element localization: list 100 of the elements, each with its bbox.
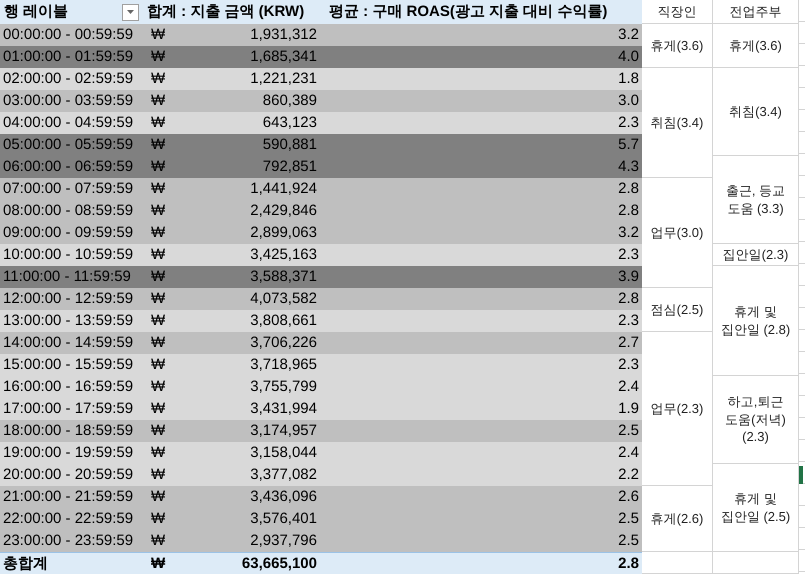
roas-value: 2.8 xyxy=(618,179,640,199)
amount-value: 3,755,799 xyxy=(250,377,317,397)
cell-text: 하고,퇴근 도움(저녁) (2.3) xyxy=(724,393,787,446)
total-amount: 63,665,100 xyxy=(242,554,317,574)
amount-value: 3,425,163 xyxy=(250,245,317,265)
row-label: 07:00:00 - 07:59:59 xyxy=(2,179,134,199)
amount-value: 792,851 xyxy=(262,157,317,177)
row-label: 15:00:00 - 15:59:59 xyxy=(2,355,134,375)
row-label: 08:00:00 - 08:59:59 xyxy=(2,201,134,221)
row-label: 14:00:00 - 14:59:59 xyxy=(2,333,134,353)
amount-value: 3,808,661 xyxy=(250,311,317,331)
amount-value: 3,377,082 xyxy=(250,465,317,485)
roas-value: 2.8 xyxy=(618,201,640,221)
roas-value: 1.9 xyxy=(618,399,640,419)
column-header: 직장인 xyxy=(642,0,713,24)
row-label: 11:00:00 - 11:59:59 xyxy=(2,267,131,287)
row-label: 10:00:00 - 10:59:59 xyxy=(2,245,134,265)
row-label: 03:00:00 - 03:59:59 xyxy=(2,91,134,111)
filter-dropdown-button[interactable] xyxy=(122,4,139,20)
currency-symbol: ₩ xyxy=(151,399,166,419)
currency-symbol: ₩ xyxy=(151,554,166,574)
amount-value: 3,576,401 xyxy=(250,509,317,529)
roas-value: 2.8 xyxy=(618,289,640,309)
cell-text: 업무(3.0) xyxy=(650,224,704,242)
currency-symbol: ₩ xyxy=(151,201,166,221)
currency-symbol: ₩ xyxy=(151,135,166,155)
currency-symbol: ₩ xyxy=(151,509,166,529)
cell-text: 휴게 및 집안일 (2.8) xyxy=(720,302,792,338)
roas-value: 2.7 xyxy=(618,333,640,353)
row-label: 16:00:00 - 16:59:59 xyxy=(2,377,134,397)
currency-symbol: ₩ xyxy=(151,531,166,551)
currency-symbol: ₩ xyxy=(151,47,166,67)
row-label: 18:00:00 - 18:59:59 xyxy=(2,421,134,441)
amount-value: 3,431,994 xyxy=(250,399,317,419)
amount-value: 643,123 xyxy=(262,113,317,133)
amount-value: 1,931,312 xyxy=(250,25,317,45)
cell-text: 휴게(2.6) xyxy=(650,510,704,528)
currency-symbol: ₩ xyxy=(151,223,166,243)
amount-value: 3,174,957 xyxy=(250,421,317,441)
row-label: 23:00:00 - 23:59:59 xyxy=(2,531,134,551)
row-label: 00:00:00 - 00:59:59 xyxy=(2,25,134,45)
amount-value: 3,706,226 xyxy=(250,333,317,353)
currency-symbol: ₩ xyxy=(151,25,166,45)
currency-symbol: ₩ xyxy=(151,179,166,199)
roas-value: 2.3 xyxy=(618,113,640,133)
row-label: 04:00:00 - 04:59:59 xyxy=(2,113,134,133)
roas-value: 2.4 xyxy=(618,443,640,463)
roas-value: 3.2 xyxy=(618,25,640,45)
cell-cursor xyxy=(799,466,803,484)
roas-value: 4.3 xyxy=(618,157,640,177)
cell-text: 휴게(3.6) xyxy=(728,36,783,54)
currency-symbol: ₩ xyxy=(151,377,166,397)
roas-value: 3.0 xyxy=(618,91,640,111)
row-label: 20:00:00 - 20:59:59 xyxy=(2,465,134,485)
total-roas: 2.8 xyxy=(618,554,640,574)
row-label: 01:00:00 - 01:59:59 xyxy=(2,47,134,67)
roas-value: 2.2 xyxy=(618,465,640,485)
column-header: 평균 : 구매 ROAS(광고 지출 대비 수익률) xyxy=(328,2,608,22)
roas-value: 3.2 xyxy=(618,223,640,243)
row-label: 02:00:00 - 02:59:59 xyxy=(2,69,134,89)
amount-value: 3,718,965 xyxy=(250,355,317,375)
roas-value: 5.7 xyxy=(618,135,640,155)
cell-text: 출근, 등교 도움 (3.3) xyxy=(724,182,786,218)
amount-value: 4,073,582 xyxy=(250,289,317,309)
amount-value: 2,899,063 xyxy=(250,223,317,243)
currency-symbol: ₩ xyxy=(151,421,166,441)
cell-text: 업무(2.3) xyxy=(650,400,704,418)
total-label: 총합계 xyxy=(2,554,48,574)
currency-symbol: ₩ xyxy=(151,91,166,111)
currency-symbol: ₩ xyxy=(151,245,166,265)
roas-value: 2.3 xyxy=(618,355,640,375)
amount-value: 3,588,371 xyxy=(250,267,317,287)
row-label: 19:00:00 - 19:59:59 xyxy=(2,443,134,463)
amount-value: 1,441,924 xyxy=(250,179,317,199)
cell-text: 취침(3.4) xyxy=(728,102,783,120)
row-label: 09:00:00 - 09:59:59 xyxy=(2,223,134,243)
amount-value: 2,937,796 xyxy=(250,531,317,551)
currency-symbol: ₩ xyxy=(151,267,166,287)
row-label: 06:00:00 - 06:59:59 xyxy=(2,157,134,177)
row-label: 05:00:00 - 05:59:59 xyxy=(2,135,134,155)
row-label: 13:00:00 - 13:59:59 xyxy=(2,311,134,331)
amount-value: 1,221,231 xyxy=(250,69,317,89)
amount-value: 2,429,846 xyxy=(250,201,317,221)
roas-value: 1.8 xyxy=(618,69,640,89)
amount-value: 590,881 xyxy=(262,135,317,155)
roas-value: 2.4 xyxy=(618,377,640,397)
column-header: 합계 : 지출 금액 (KRW) xyxy=(146,2,306,22)
roas-value: 2.5 xyxy=(618,531,640,551)
row-label: 21:00:00 - 21:59:59 xyxy=(2,487,134,507)
currency-symbol: ₩ xyxy=(151,487,166,507)
amount-value: 1,685,341 xyxy=(250,47,317,67)
cell-text: 취침(3.4) xyxy=(650,114,704,132)
roas-value: 2.6 xyxy=(618,487,640,507)
cell-text: 휴게 및 집안일 (2.5) xyxy=(720,490,792,526)
roas-value: 2.5 xyxy=(618,509,640,529)
column-header: 행 레이블 xyxy=(3,2,68,22)
currency-symbol: ₩ xyxy=(151,355,166,375)
cell-text: 휴게(3.6) xyxy=(650,36,704,54)
amount-value: 3,158,044 xyxy=(250,443,317,463)
currency-symbol: ₩ xyxy=(151,465,166,485)
